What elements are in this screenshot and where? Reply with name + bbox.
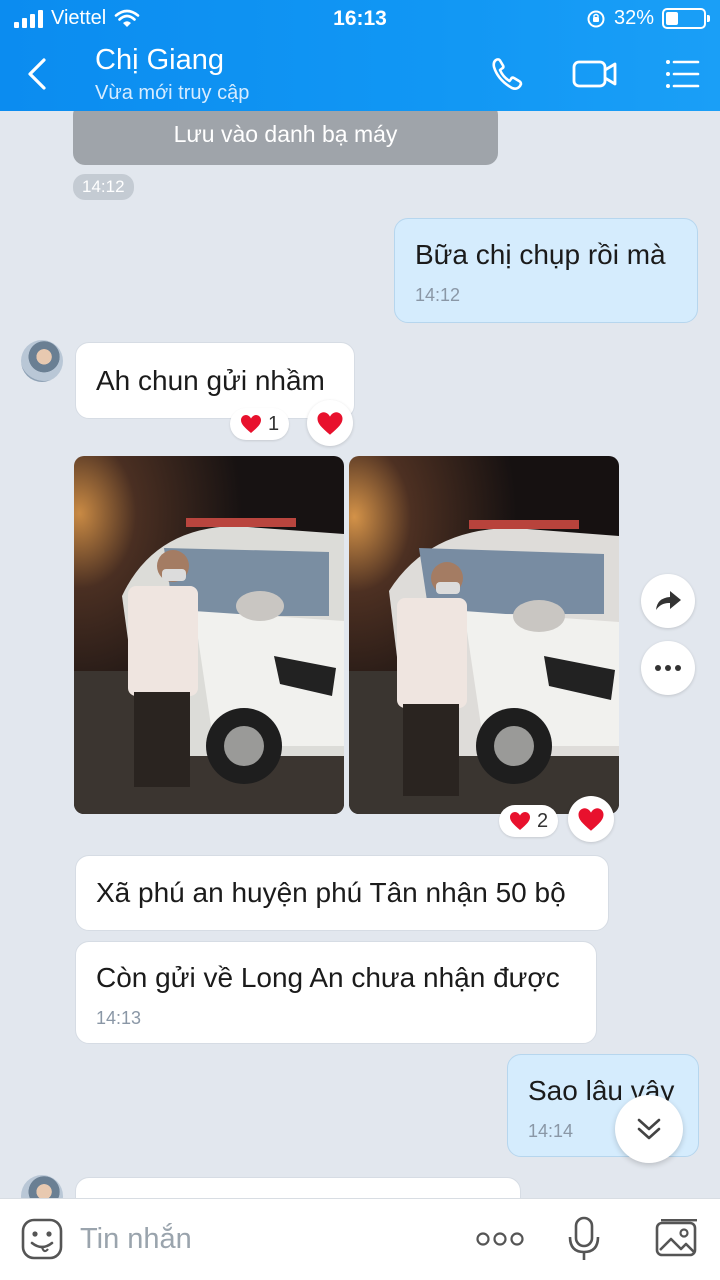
status-bar: Viettel 16:13 32% (0, 0, 720, 36)
microphone-icon (568, 1216, 600, 1260)
status-right: 32% (586, 7, 710, 30)
photo-image (349, 456, 619, 814)
forward-button[interactable] (641, 574, 695, 628)
message-bubble-in[interactable] (75, 1177, 521, 1198)
message-bubble-in[interactable]: Xã phú an huyện phú Tân nhận 50 bộ (75, 855, 609, 931)
more-button[interactable] (476, 1229, 524, 1254)
message-text: Bữa chị chụp rồi mà (415, 239, 666, 270)
reaction-summary[interactable]: 2 (499, 805, 559, 837)
emoji-button[interactable] (20, 1217, 64, 1266)
heart-icon (241, 415, 261, 433)
chat-header: Viettel 16:13 32% Chị Giang Vừa mới truy… (0, 0, 720, 111)
image-icon (655, 1219, 697, 1257)
phone-icon (492, 58, 523, 90)
photo-thumbnail[interactable] (349, 456, 619, 814)
heart-icon (510, 812, 530, 830)
message-text: Xã phú an huyện phú Tân nhận 50 bộ (96, 877, 566, 908)
heart-icon (317, 411, 343, 435)
battery-percent: 32% (613, 7, 654, 29)
chat-area[interactable]: Lưu vào danh bạ máy 14:12 Bữa chị chụp r… (0, 111, 720, 1198)
message-bubble-out[interactable]: Bữa chị chụp rồi mà 14:12 (394, 218, 698, 323)
voice-button[interactable] (566, 1215, 602, 1268)
react-button[interactable] (307, 400, 353, 446)
photo-image (74, 456, 344, 814)
share-icon (656, 591, 681, 610)
contact-name[interactable]: Chị Giang (95, 44, 224, 77)
message-text: Còn gửi về Long An chưa nhận được (96, 962, 560, 993)
message-time: 14:12 (415, 285, 461, 305)
react-button[interactable] (568, 796, 614, 842)
contact-status: Vừa mới truy cập (95, 82, 250, 104)
message-input-bar (0, 1198, 720, 1280)
reaction-count: 1 (268, 412, 280, 435)
ellipsis-icon (655, 665, 681, 671)
orientation-lock-icon (587, 10, 605, 27)
message-text: Ah chun gửi nhầm (96, 365, 325, 396)
more-options-button[interactable] (641, 641, 695, 695)
battery-icon (662, 8, 710, 29)
reaction-count: 2 (537, 809, 549, 832)
scroll-to-bottom-button[interactable] (615, 1095, 683, 1163)
avatar[interactable] (21, 340, 63, 382)
more-dots-icon (476, 1232, 524, 1246)
battery-fill (666, 12, 678, 25)
emoji-icon (21, 1218, 63, 1260)
call-button[interactable] (486, 52, 532, 96)
video-camera-icon (572, 60, 617, 88)
heart-icon (578, 807, 604, 831)
list-icon (666, 60, 700, 88)
back-button[interactable] (18, 52, 58, 96)
photo-thumbnail[interactable] (74, 456, 344, 814)
save-contact-button[interactable]: Lưu vào danh bạ máy (73, 111, 498, 165)
chevron-left-icon (28, 58, 46, 90)
image-button[interactable] (654, 1217, 700, 1266)
message-input[interactable] (80, 1213, 460, 1265)
reaction-summary[interactable]: 1 (230, 408, 290, 440)
double-chevron-down-icon (637, 1118, 661, 1140)
message-bubble-in[interactable]: Còn gửi về Long An chưa nhận được 14:13 (75, 941, 597, 1044)
timestamp-chip: 14:12 (73, 174, 134, 200)
menu-button[interactable] (660, 52, 706, 96)
message-time: 14:13 (96, 1008, 142, 1028)
avatar[interactable] (21, 1175, 63, 1198)
video-call-button[interactable] (570, 52, 620, 96)
